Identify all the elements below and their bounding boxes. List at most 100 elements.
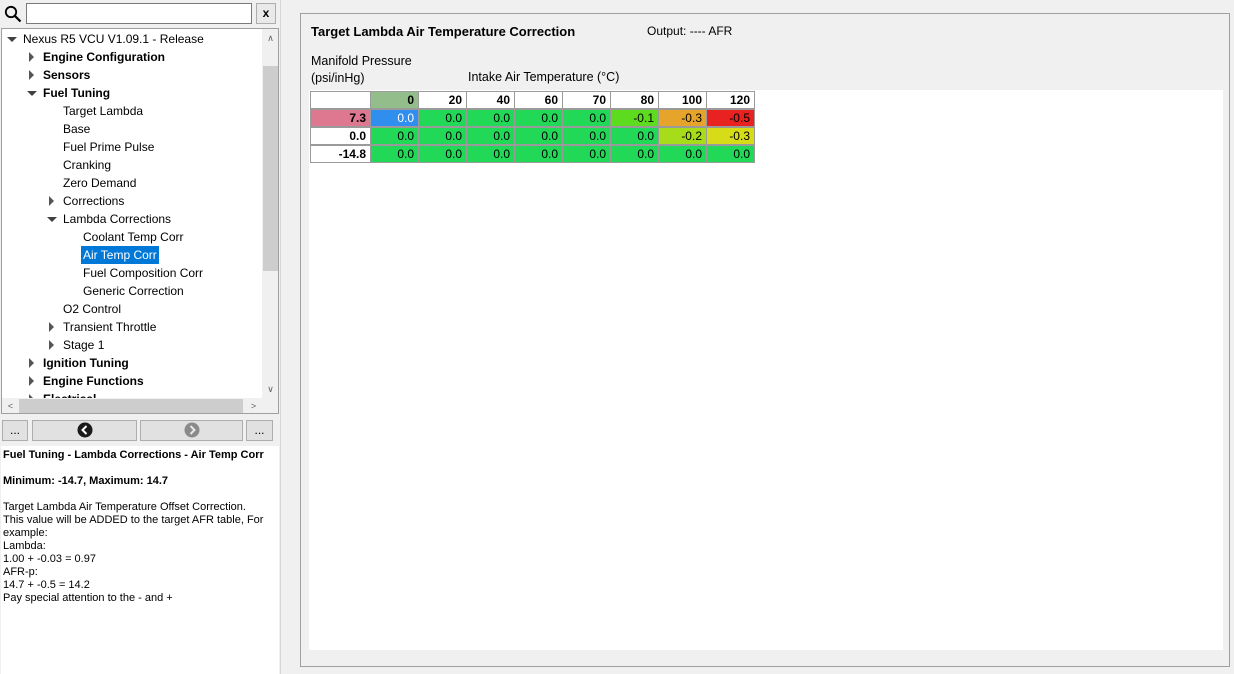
table-cell[interactable]: 0.0	[418, 109, 467, 127]
search-icon[interactable]	[4, 5, 22, 23]
tree-item-label: Nexus R5 VCU V1.09.1 - Release	[23, 32, 204, 46]
column-header: 120	[706, 91, 755, 109]
tree-item[interactable]: Engine Configuration	[2, 48, 262, 66]
output-readout: Output: ---- AFR	[647, 24, 733, 38]
table-cell[interactable]: 0.0	[562, 127, 611, 145]
column-header: 100	[658, 91, 707, 109]
tree-item[interactable]: O2 Control	[2, 300, 262, 318]
tree-item[interactable]: Fuel Tuning	[2, 84, 262, 102]
collapsed-arrow-icon[interactable]	[26, 372, 38, 390]
tree-item[interactable]: Transient Throttle	[2, 318, 262, 336]
horizontal-scrollbar[interactable]: < >	[2, 398, 262, 413]
column-header: 60	[514, 91, 563, 109]
table-cell[interactable]: -0.1	[610, 109, 659, 127]
pane-splitter[interactable]	[280, 0, 288, 674]
tree-item-label: Fuel Tuning	[43, 86, 111, 100]
row-header: 7.3	[310, 109, 371, 127]
tree-item-label: Cranking	[63, 158, 112, 172]
forward-button[interactable]	[140, 420, 243, 441]
clear-search-button[interactable]: x	[256, 3, 276, 24]
tree-item[interactable]: Cranking	[2, 156, 262, 174]
scroll-up-icon[interactable]: ∧	[262, 30, 278, 46]
tree-item[interactable]: Coolant Temp Corr	[2, 228, 262, 246]
tree-item[interactable]: Zero Demand	[2, 174, 262, 192]
table-cell[interactable]: 0.0	[514, 145, 563, 163]
table-cell[interactable]: 0.0	[562, 109, 611, 127]
column-header: 40	[466, 91, 515, 109]
tree-item[interactable]: Nexus R5 VCU V1.09.1 - Release	[2, 30, 262, 48]
table-cell[interactable]: 0.0	[418, 127, 467, 145]
table-cell[interactable]: 0.0	[658, 145, 707, 163]
table-cell[interactable]: -0.5	[706, 109, 755, 127]
tree-item-label: Air Temp Corr	[81, 246, 159, 264]
search-input[interactable]	[26, 3, 252, 24]
column-header: 20	[418, 91, 467, 109]
more-right-button[interactable]: ...	[246, 420, 273, 441]
tree-item[interactable]: Sensors	[2, 66, 262, 84]
collapsed-arrow-icon[interactable]	[26, 48, 38, 66]
table-cell[interactable]: 0.0	[418, 145, 467, 163]
help-line: Lambda:	[3, 540, 46, 552]
circle-right-arrow-icon	[184, 422, 199, 438]
tree-item-label: Fuel Prime Pulse	[63, 140, 155, 154]
collapsed-arrow-icon[interactable]	[46, 192, 58, 210]
table-cell[interactable]: 0.0	[514, 109, 563, 127]
table-cell[interactable]: 0.0	[610, 127, 659, 145]
tree-item[interactable]: Ignition Tuning	[2, 354, 262, 372]
expanded-arrow-icon[interactable]	[26, 84, 38, 102]
vertical-scrollbar[interactable]: ∧ ∨	[262, 29, 278, 399]
collapsed-arrow-icon[interactable]	[46, 336, 58, 354]
table-cell[interactable]: 0.0	[562, 145, 611, 163]
more-left-button[interactable]: ...	[2, 420, 28, 441]
navigation-bar: ... ...	[0, 417, 280, 445]
table-cell[interactable]: 0.0	[610, 145, 659, 163]
tree-item[interactable]: Air Temp Corr	[2, 246, 262, 264]
table-cell[interactable]: -0.2	[658, 127, 707, 145]
tree-item-label: Ignition Tuning	[43, 356, 129, 370]
tree-item[interactable]: Target Lambda	[2, 102, 262, 120]
table-cell[interactable]: 0.0	[466, 127, 515, 145]
tree-item-label: Zero Demand	[63, 176, 137, 190]
table-cell[interactable]: -0.3	[658, 109, 707, 127]
table-cell[interactable]: 0.0	[466, 145, 515, 163]
table-cell[interactable]: 0.0	[514, 127, 563, 145]
column-header: 0	[370, 91, 419, 109]
tree-item[interactable]: Engine Functions	[2, 372, 262, 390]
tree-list: Nexus R5 VCU V1.09.1 - Release Engine Con…	[2, 29, 262, 399]
table-cell[interactable]: -0.3	[706, 127, 755, 145]
tree-item[interactable]: Stage 1	[2, 336, 262, 354]
table-cell[interactable]: 0.0	[706, 145, 755, 163]
help-line: Target Lambda Air Temperature Offset Cor…	[3, 501, 246, 513]
scroll-right-icon[interactable]: >	[245, 398, 262, 413]
help-line: example:	[3, 527, 48, 539]
column-header: 80	[610, 91, 659, 109]
navigation-pane: x Nexus R5 VCU V1.09.1 - Release Engine C…	[0, 0, 280, 674]
tree-item[interactable]: Lambda Corrections	[2, 210, 262, 228]
tree-item-label: Engine Configuration	[43, 50, 165, 64]
scroll-down-icon[interactable]: ∨	[262, 381, 278, 397]
tree-item-label: Target Lambda	[63, 104, 144, 118]
tree-item[interactable]: Generic Correction	[2, 282, 262, 300]
back-button[interactable]	[32, 420, 137, 441]
table-cell[interactable]: 0.0	[370, 127, 419, 145]
table-area: 0 20 40 60 70 80 100 120 7.3 0.0 0.0 0.0 0.0 0.0 -0.1-…	[309, 90, 1223, 650]
expanded-arrow-icon[interactable]	[46, 210, 58, 228]
table-cell[interactable]: 0.0	[370, 145, 419, 163]
tree-item[interactable]: Corrections	[2, 192, 262, 210]
table-cell[interactable]: 0.0	[370, 109, 419, 127]
collapsed-arrow-icon[interactable]	[46, 318, 58, 336]
help-line: 1.00 + -0.03 = 0.97	[3, 553, 96, 565]
x-axis-label: Intake Air Temperature (°C)	[468, 70, 620, 84]
tree-item-label: Base	[63, 122, 91, 136]
column-header: 70	[562, 91, 611, 109]
collapsed-arrow-icon[interactable]	[26, 66, 38, 84]
horizontal-scroll-thumb[interactable]	[19, 399, 243, 413]
tree-item[interactable]: Fuel Prime Pulse	[2, 138, 262, 156]
tree-item[interactable]: Fuel Composition Corr	[2, 264, 262, 282]
table-cell[interactable]: 0.0	[466, 109, 515, 127]
tree-item[interactable]: Base	[2, 120, 262, 138]
collapsed-arrow-icon[interactable]	[26, 354, 38, 372]
vertical-scroll-thumb[interactable]	[263, 66, 278, 271]
scroll-left-icon[interactable]: <	[2, 398, 19, 413]
expanded-arrow-icon[interactable]	[6, 30, 18, 48]
